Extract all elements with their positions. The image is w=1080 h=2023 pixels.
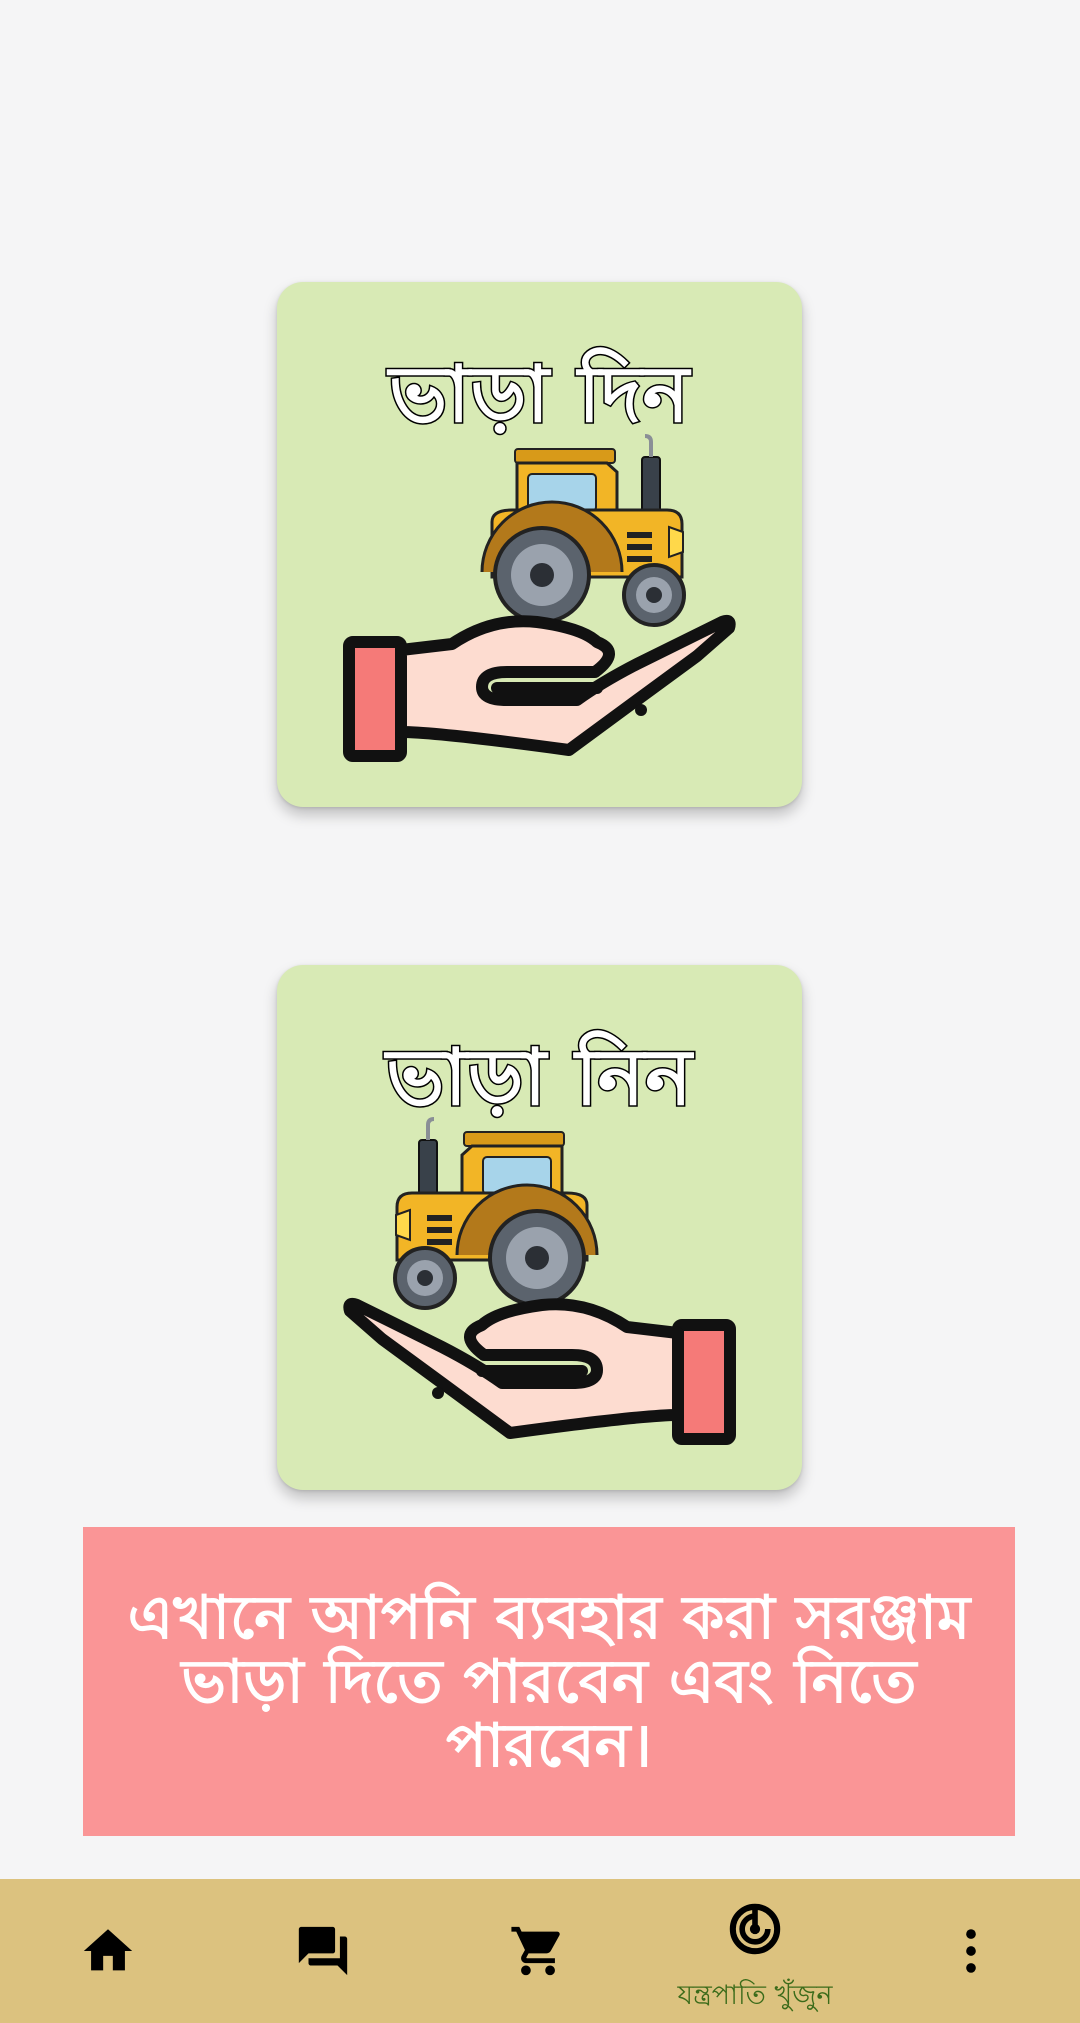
bottom-nav: যন্ত্রপাতি খুঁজুন: [0, 1879, 1080, 2023]
nav-chat[interactable]: [243, 1879, 403, 2023]
info-banner: এখানে আপনি ব্যবহার করা সরঞ্জাম ভাড়া দিত…: [83, 1527, 1015, 1836]
cart-icon: [511, 1926, 560, 1976]
rent-out-card[interactable]: ভাড়া দিন: [277, 282, 802, 807]
hand-giving-tractor-icon: [343, 434, 736, 762]
radar-icon: [729, 1903, 781, 1955]
nav-home[interactable]: [28, 1879, 188, 2023]
nav-cart[interactable]: [458, 1879, 618, 2023]
nav-more[interactable]: [891, 1879, 1051, 2023]
rent-in-card[interactable]: ভাড়া নিন: [277, 965, 802, 1490]
nav-find-equipment[interactable]: যন্ত্রপাতি খুঁজুন: [675, 1879, 835, 2023]
info-banner-text: এখানে আপনি ব্যবহার করা সরঞ্জাম ভাড়া দিত…: [127, 1582, 971, 1781]
nav-find-equipment-label: যন্ত্রপাতি খুঁজুন: [677, 1980, 833, 2011]
home-icon: [83, 1929, 133, 1971]
more-vert-icon: [966, 1929, 976, 1973]
chat-icon: [298, 1926, 348, 1976]
hand-receiving-tractor-icon: [343, 1117, 736, 1445]
